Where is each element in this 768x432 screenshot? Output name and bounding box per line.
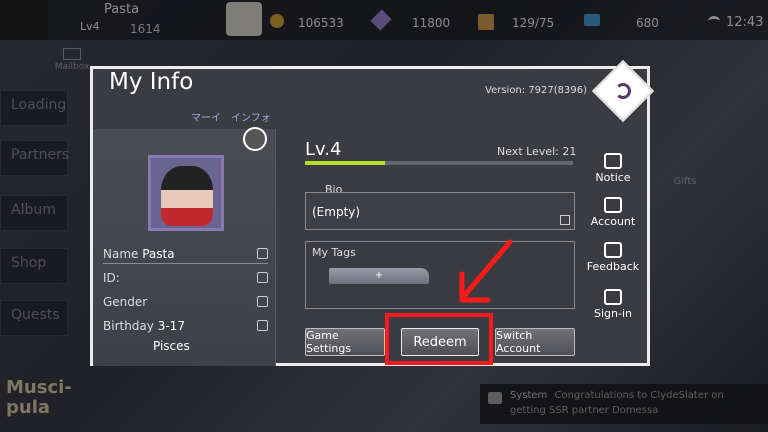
highlight-box [385, 313, 493, 365]
signin-label: Sign-in [594, 307, 632, 320]
birthday-row: Birthday 3-17 [103, 319, 268, 333]
name-label: Name [103, 247, 139, 261]
next-level-label: Next Level: 21 [497, 145, 577, 158]
name-row: Name Pasta [103, 247, 268, 264]
profile-panel: Name Pasta ID: Gender Birthday 3-17 Pisc… [93, 127, 276, 366]
avatar [161, 166, 213, 226]
edit-gender-icon[interactable] [257, 296, 268, 307]
notice-button[interactable]: Notice [583, 153, 643, 184]
id-label: ID: [103, 271, 120, 285]
game-settings-button[interactable]: Game Settings [305, 328, 385, 356]
feedback-icon [604, 242, 622, 258]
edit-name-icon[interactable] [257, 248, 268, 259]
notice-label: Notice [595, 171, 631, 184]
tags-panel: + [305, 241, 575, 309]
add-tag-button[interactable]: + [329, 268, 429, 284]
notice-icon [604, 153, 622, 169]
account-label: Account [590, 215, 636, 228]
copy-id-icon[interactable] [257, 272, 268, 283]
my-info-dialog: My Info マーイ インフォ Version: 7927(8396) Nam… [90, 59, 655, 366]
dialog-subtitle: マーイ インフォ [191, 113, 271, 124]
screen: Mailbox Loading Partners Album Shop Ques… [0, 0, 768, 432]
refresh-avatar-button[interactable] [243, 127, 267, 151]
signin-button[interactable]: Sign-in [583, 289, 643, 320]
version-label: Version: 7927(8396) [485, 85, 588, 96]
birthday-label: Birthday [103, 319, 154, 333]
gender-label: Gender [103, 295, 148, 309]
id-row: ID: [103, 271, 268, 285]
game-settings-label: Game Settings [306, 329, 352, 355]
avatar-frame[interactable] [148, 155, 224, 231]
account-button[interactable]: Account [583, 197, 643, 228]
bio-field[interactable]: (Empty) [305, 192, 575, 230]
bio-value: (Empty) [312, 205, 361, 219]
back-arrow-icon [615, 83, 631, 99]
name-value: Pasta [142, 247, 175, 261]
close-button[interactable] [591, 59, 655, 123]
gender-row: Gender [103, 295, 268, 309]
level-label: Lv.4 [305, 139, 342, 160]
zodiac-value: Pisces [153, 339, 190, 353]
edit-bio-icon[interactable] [560, 215, 570, 225]
switch-account-label: Switch Account [496, 329, 541, 355]
level-progress-track [305, 161, 573, 165]
birthday-value: 3-17 [157, 319, 185, 333]
signin-icon [604, 289, 622, 305]
feedback-label: Feedback [586, 260, 640, 273]
account-icon [604, 197, 622, 213]
feedback-button[interactable]: Feedback [583, 242, 643, 273]
level-progress-fill [305, 161, 386, 165]
dialog-title: My Info [109, 69, 194, 95]
annotation-arrow-icon [459, 239, 513, 303]
switch-account-button[interactable]: Switch Account [495, 328, 575, 356]
add-tag-label: + [374, 270, 384, 281]
edit-birthday-icon[interactable] [257, 320, 268, 331]
